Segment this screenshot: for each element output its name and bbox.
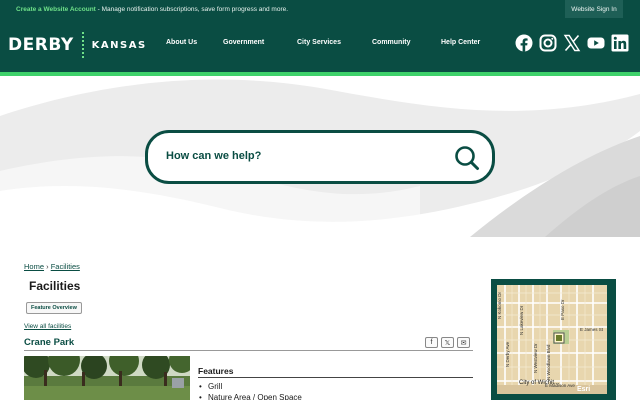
map-street-label: N Woodlawn Blvd [546, 344, 551, 380]
search-button[interactable] [454, 145, 480, 171]
nav-community[interactable]: Community [372, 39, 411, 46]
breadcrumb-home[interactable]: Home [24, 262, 44, 271]
sign-in-button[interactable]: Website Sign In [565, 0, 623, 18]
features-heading: Features [198, 366, 234, 376]
feature-item: Grill [198, 381, 302, 392]
nav-government[interactable]: Government [223, 39, 264, 46]
facebook-share-icon[interactable]: f [425, 337, 438, 348]
map-graphic: N Kokomo Dr N Derby Ave N Lakeview Dr N … [497, 285, 607, 394]
breadcrumb-separator: › [44, 262, 51, 271]
features-divider [198, 377, 473, 378]
account-message-text: - Manage notification subscriptions, sav… [95, 5, 289, 13]
share-buttons: f 𝕏 ✉ [425, 337, 470, 348]
email-share-icon[interactable]: ✉ [457, 337, 470, 348]
feature-overview-button[interactable]: Feature Overview [26, 302, 82, 314]
facility-map[interactable]: N Kokomo Dr N Derby Ave N Lakeview Dr N … [497, 285, 607, 394]
view-all-facilities-link[interactable]: View all facilities [24, 323, 71, 330]
instagram-icon[interactable] [539, 34, 557, 52]
account-message: Create a Website Account - Manage notifi… [0, 6, 288, 13]
utility-bar: Create a Website Account - Manage notifi… [0, 0, 640, 18]
logo-divider [81, 32, 84, 58]
create-account-link[interactable]: Create a Website Account [16, 6, 96, 13]
map-pin-icon[interactable] [553, 332, 565, 344]
facility-divider [24, 350, 473, 351]
map-street-label: N Westview Dr [533, 343, 538, 373]
map-street-label: N Kokomo Dr [497, 291, 502, 319]
x-share-icon[interactable]: 𝕏 [441, 337, 454, 348]
esri-attribution: Esri [577, 386, 590, 393]
map-street-label: E James St [580, 327, 604, 332]
site-search [145, 130, 495, 184]
logo-kansas: KANSAS [91, 39, 147, 51]
nav-city-services[interactable]: City Services [297, 39, 341, 46]
map-street-label: N Derby Ave [505, 341, 510, 367]
feature-item: Nature Area / Open Space [198, 392, 302, 400]
breadcrumb: Home › Facilities [24, 262, 80, 271]
logo-derby: DERBY [8, 35, 74, 55]
page-title: Facilities [29, 279, 81, 293]
map-city-label: City of Wichit... [519, 380, 559, 386]
nav-help-center[interactable]: Help Center [441, 39, 480, 46]
facebook-icon[interactable] [515, 34, 533, 52]
search-input[interactable] [166, 150, 426, 162]
youtube-icon[interactable] [587, 34, 605, 52]
nav-about-us[interactable]: About Us [166, 39, 197, 46]
breadcrumb-facilities[interactable]: Facilities [51, 262, 80, 271]
site-header: DERBY KANSAS About Us Government City Se… [0, 18, 640, 72]
search-icon [455, 146, 479, 170]
features-list: Grill Nature Area / Open Space [198, 381, 302, 400]
map-panel: N Kokomo Dr N Derby Ave N Lakeview Dr N … [491, 279, 616, 400]
site-logo[interactable]: DERBY KANSAS [8, 32, 147, 58]
facility-name: Crane Park [24, 337, 75, 348]
map-street-label: E Paso Dr [560, 299, 565, 320]
linkedin-icon[interactable] [611, 34, 629, 52]
facility-photo [24, 356, 190, 400]
map-street-label: N Lakeview Dr [519, 305, 524, 335]
x-icon[interactable] [563, 34, 581, 52]
